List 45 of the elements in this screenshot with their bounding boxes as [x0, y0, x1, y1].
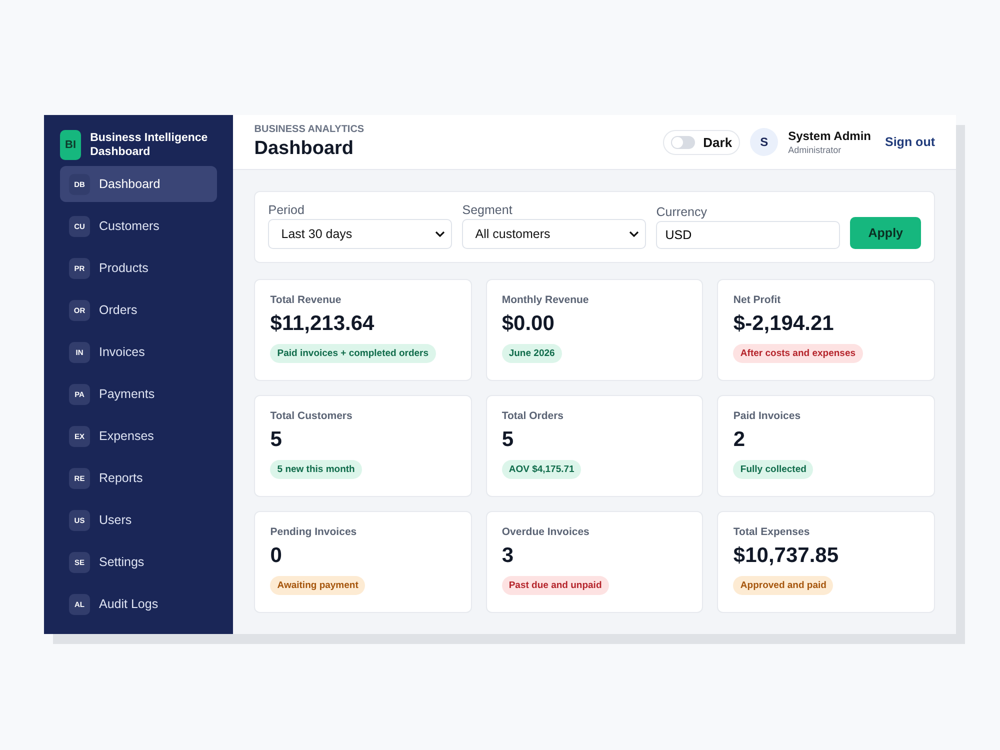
stat-value: $-2,194.21 — [733, 312, 834, 336]
user-role: Administrator — [788, 145, 842, 155]
period-select[interactable]: Last 30 days — [268, 219, 452, 249]
stat-value: 5 — [270, 428, 282, 452]
user-avatar: S — [750, 128, 778, 156]
stat-note-badge: Paid invoices + completed orders — [270, 344, 436, 363]
apply-button[interactable]: Apply — [850, 217, 921, 249]
app-title: Business Intelligence Dashboard — [90, 131, 209, 159]
stat-note-badge: 5 new this month — [270, 460, 362, 479]
stat-value: 3 — [502, 544, 514, 568]
stat-label: Total Orders — [502, 410, 564, 422]
stat-note-badge: Approved and paid — [733, 576, 834, 595]
stat-value: 0 — [270, 544, 282, 568]
currency-input[interactable]: USD — [656, 221, 840, 249]
sign-out-link[interactable]: Sign out — [885, 135, 935, 149]
stat-note-badge: Fully collected — [733, 460, 814, 479]
stat-note-badge: After costs and expenses — [733, 344, 863, 363]
logo-badge: BI — [60, 130, 82, 160]
chevron-down-icon — [435, 231, 446, 237]
page-title: Dashboard — [254, 138, 355, 160]
stat-label: Total Revenue — [270, 294, 342, 306]
stat-label: Total Customers — [270, 410, 352, 422]
stat-value: 5 — [502, 428, 514, 452]
stat-label: Monthly Revenue — [502, 294, 589, 306]
stat-label: Overdue Invoices — [502, 526, 590, 538]
stat-note-badge: Past due and unpaid — [502, 576, 609, 595]
stat-note-badge: Awaiting payment — [270, 576, 366, 595]
stat-value: $11,213.64 — [270, 312, 374, 336]
chevron-down-icon — [629, 231, 640, 237]
stat-label: Total Expenses — [733, 526, 810, 538]
field-label: Currency — [656, 205, 708, 219]
dark-mode-toggle[interactable]: Dark — [663, 130, 740, 154]
stat-value: $0.00 — [502, 312, 554, 336]
stat-value: $10,737.85 — [733, 544, 839, 568]
section-label: BUSINESS ANALYTICS — [254, 124, 364, 135]
segment-select[interactable]: All customers — [462, 219, 646, 249]
field-label: Segment — [462, 203, 514, 217]
stat-note-badge: June 2026 — [502, 344, 562, 363]
stat-label: Net Profit — [733, 294, 781, 306]
stat-label: Paid Invoices — [733, 410, 801, 422]
stat-value: 2 — [733, 428, 746, 452]
user-name: System Admin — [788, 129, 871, 143]
stat-label: Pending Invoices — [270, 526, 357, 538]
stat-note-badge: AOV $4,175.71 — [502, 460, 582, 479]
field-label: Period — [268, 203, 306, 217]
